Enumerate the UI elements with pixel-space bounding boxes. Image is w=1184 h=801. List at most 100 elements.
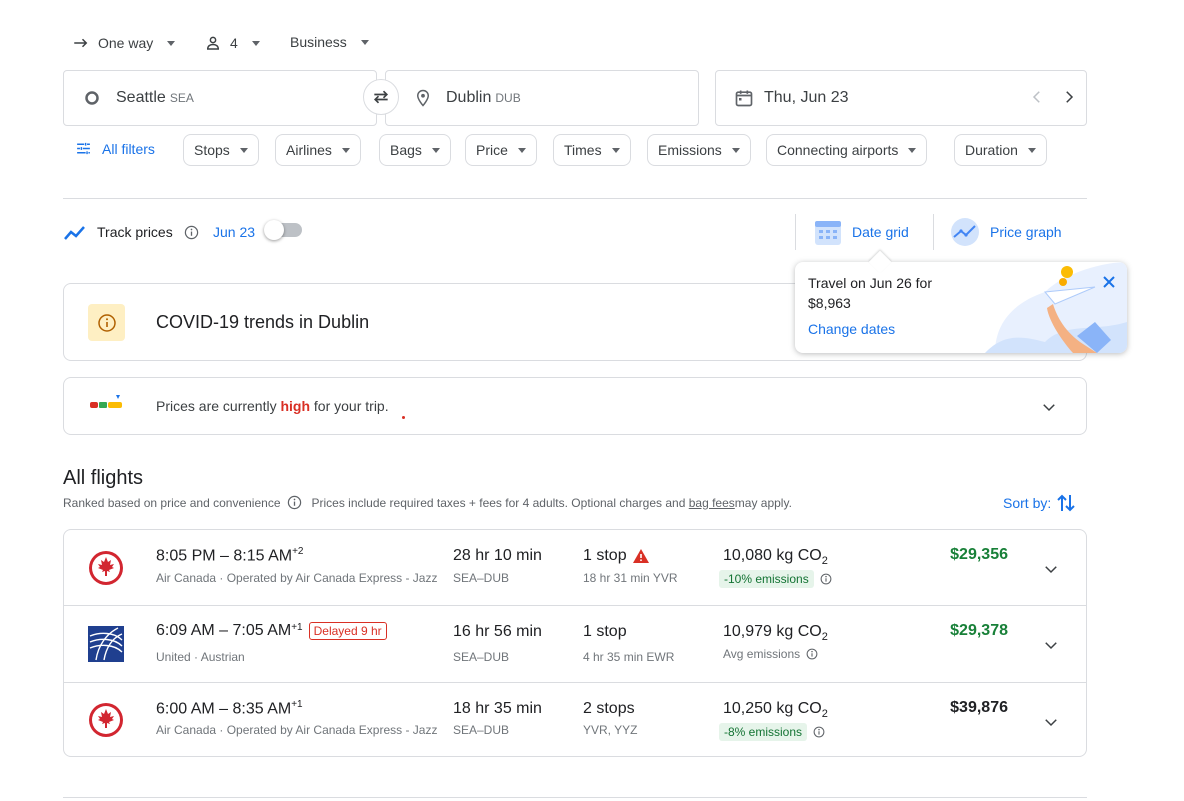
stop-detail: YVR, YYZ xyxy=(583,723,638,737)
info-icon[interactable] xyxy=(287,495,302,510)
chevron-down-icon xyxy=(611,147,620,153)
flight-stops: 1 stop xyxy=(583,547,649,565)
track-prices-label: Track prices xyxy=(97,224,173,240)
flight-duration: 28 hr 10 min xyxy=(453,547,542,564)
covid-title: COVID-19 trends in Dublin xyxy=(156,312,370,332)
filter-chip-connecting-airports[interactable]: Connecting airports xyxy=(766,134,928,166)
track-date: Jun 23 xyxy=(213,224,256,240)
passengers-select[interactable]: 4 xyxy=(204,34,260,52)
emissions-info: Avg emissions xyxy=(723,647,818,661)
next-date-button[interactable] xyxy=(1060,88,1078,106)
chevron-down-icon xyxy=(251,40,260,46)
taxes-note: Prices include required taxes + fees for… xyxy=(311,495,686,510)
date-grid-button[interactable]: Date grid xyxy=(814,218,909,246)
info-icon[interactable] xyxy=(184,225,199,240)
filter-chip-bags[interactable]: Bags xyxy=(379,134,451,166)
chevron-down-icon xyxy=(360,39,369,45)
filter-chip-times[interactable]: Times xyxy=(553,134,631,166)
chevron-down-icon xyxy=(731,147,740,153)
chevron-down-icon xyxy=(431,147,440,153)
flight-times: 6:00 AM – 8:35 AM+1 xyxy=(156,699,303,718)
destination-code: DUB xyxy=(495,91,521,105)
price-graph-icon xyxy=(950,217,980,247)
co2-amount: 10,979 kg CO2 xyxy=(723,623,828,644)
flight-row[interactable]: 8:05 PM – 8:15 AM+2 Air Canada · Operate… xyxy=(64,530,1086,605)
price-graph-button[interactable]: Price graph xyxy=(950,217,1062,247)
destination-city: Dublin xyxy=(446,89,492,106)
chevron-down-icon xyxy=(1027,147,1036,153)
origin-code: SEA xyxy=(169,91,194,105)
date-grid-icon xyxy=(814,218,842,246)
filter-chip-stops[interactable]: Stops xyxy=(183,134,259,166)
close-icon[interactable] xyxy=(1101,274,1117,290)
stops-text: 1 stop xyxy=(583,547,627,564)
co2-text: 10,080 kg CO xyxy=(723,547,822,564)
flight-results-list: 8:05 PM – 8:15 AM+2 Air Canada · Operate… xyxy=(63,529,1087,757)
cabin-select[interactable]: Business xyxy=(290,34,369,50)
all-filters-button[interactable]: All filters xyxy=(75,140,155,157)
date-suggestion-tooltip: Travel on Jun 26 for $8,963 Change dates xyxy=(795,262,1127,353)
date-grid-label: Date grid xyxy=(852,224,909,240)
price-insight-card[interactable]: Prices are currently high for your trip. xyxy=(63,377,1087,435)
info-icon[interactable] xyxy=(813,726,825,738)
previous-date-button[interactable] xyxy=(1028,88,1046,106)
price-graph-label: Price graph xyxy=(990,224,1062,240)
price-level-icon xyxy=(90,394,124,419)
info-icon[interactable] xyxy=(820,573,832,585)
chip-label: Price xyxy=(476,142,508,158)
flight-stops: 2 stops xyxy=(583,700,635,717)
all-flights-heading: All flights xyxy=(63,467,144,489)
chevron-down-icon xyxy=(341,147,350,153)
co2-text: 10,979 kg CO xyxy=(723,623,822,640)
chevron-down-icon[interactable] xyxy=(1042,560,1060,578)
filter-chip-airlines[interactable]: Airlines xyxy=(275,134,361,166)
chip-label: Duration xyxy=(965,142,1018,158)
cabin-label: Business xyxy=(290,34,347,50)
chevron-down-icon[interactable] xyxy=(1040,398,1058,416)
flight-row[interactable]: 6:00 AM – 8:35 AM+1 Air Canada · Operate… xyxy=(64,682,1086,756)
sort-by-button[interactable]: Sort by: xyxy=(1003,493,1075,513)
all-filters-label: All filters xyxy=(102,140,155,157)
trip-type-label: One way xyxy=(98,35,154,51)
flight-times: 8:05 PM – 8:15 AM+2 xyxy=(156,546,303,565)
origin-city: Seattle xyxy=(116,89,166,106)
bag-fees-link[interactable]: bag fees xyxy=(689,496,735,510)
destination-input[interactable]: Dublin DUB xyxy=(385,70,699,126)
flight-price: $39,876 xyxy=(950,699,1008,716)
trip-type-select[interactable]: One way xyxy=(72,34,176,52)
chevron-down-icon[interactable] xyxy=(1042,713,1060,731)
sort-label: Sort by: xyxy=(1003,495,1052,511)
location-pin-icon xyxy=(414,88,432,108)
swap-button[interactable] xyxy=(363,79,399,115)
air-canada-logo-icon xyxy=(88,702,124,743)
filter-chip-duration[interactable]: Duration xyxy=(954,134,1047,166)
origin-input[interactable]: Seattle SEA xyxy=(63,70,377,126)
track-prices-toggle[interactable] xyxy=(264,220,302,240)
change-dates-link[interactable]: Change dates xyxy=(808,321,895,337)
emissions-info: -10% emissions xyxy=(719,570,832,588)
ranked-note: Ranked based on price and convenience xyxy=(63,495,281,510)
info-icon[interactable] xyxy=(806,648,818,660)
toggle-knob xyxy=(264,220,284,240)
times-text: 6:00 AM – 8:35 AM xyxy=(156,700,292,718)
red-dot xyxy=(402,416,405,419)
warning-icon xyxy=(632,549,649,563)
co2-amount: 10,250 kg CO2 xyxy=(723,700,828,721)
origin-circle-icon xyxy=(84,90,100,106)
chevron-down-icon[interactable] xyxy=(1042,636,1060,654)
filter-chip-price[interactable]: Price xyxy=(465,134,537,166)
chip-label: Stops xyxy=(194,142,230,158)
insight-prefix: Prices are currently xyxy=(156,398,281,414)
day-offset: +1 xyxy=(291,699,303,710)
delay-badge: Delayed 9 hr xyxy=(308,622,387,640)
passengers-count: 4 xyxy=(230,35,238,51)
person-icon xyxy=(204,34,222,52)
airline-name: United · Austrian xyxy=(156,650,245,664)
calendar-icon xyxy=(734,88,754,108)
divider xyxy=(63,198,1087,199)
tooltip-price: $8,963 xyxy=(808,295,851,311)
flight-times: 6:09 AM – 7:05 AM +1 Delayed 9 hr xyxy=(156,622,387,640)
flight-row[interactable]: 6:09 AM – 7:05 AM +1 Delayed 9 hr United ·… xyxy=(64,605,1086,682)
filter-chip-emissions[interactable]: Emissions xyxy=(647,134,751,166)
flight-route: SEA–DUB xyxy=(453,650,510,664)
